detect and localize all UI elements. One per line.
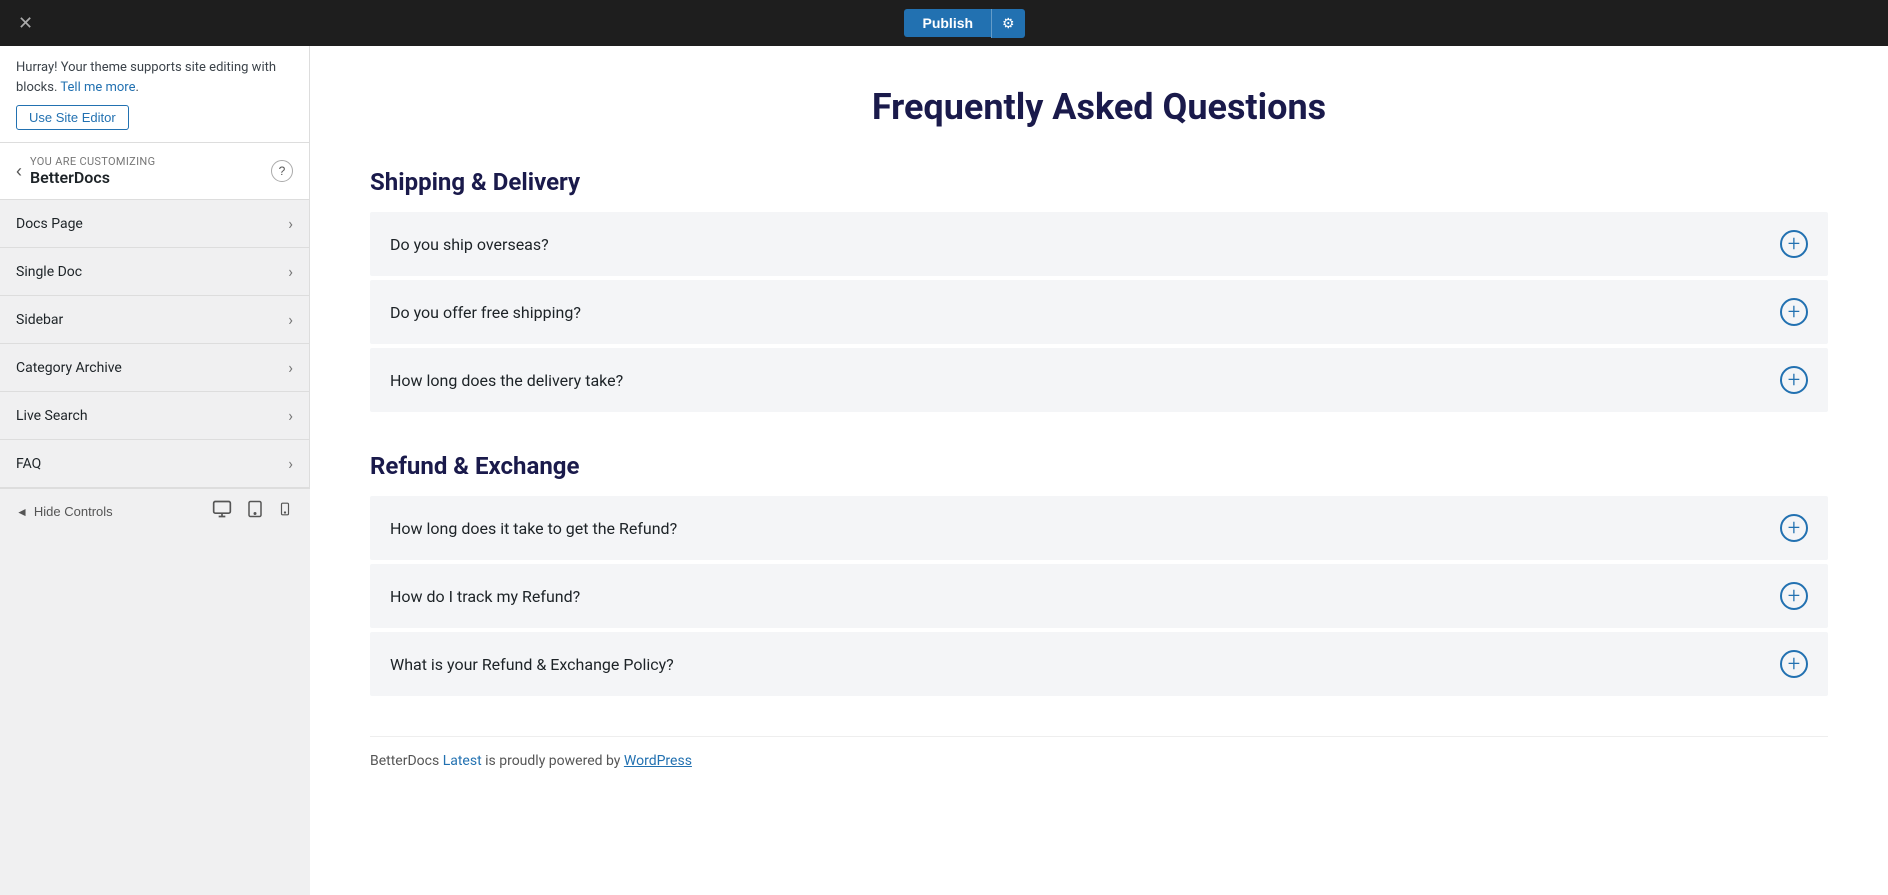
content-area: Frequently Asked Questions Shipping & De…: [310, 46, 1888, 895]
faq-item-1-1[interactable]: How do I track my Refund? +: [370, 564, 1828, 628]
notice-text: Hurray! Your theme supports site editing…: [16, 60, 276, 95]
sidebar-nav-item-live-search[interactable]: Live Search ›: [0, 392, 309, 440]
faq-question: Do you offer free shipping?: [390, 303, 581, 322]
sidebar-nav-item-sidebar[interactable]: Sidebar ›: [0, 296, 309, 344]
footer-text-before: BetterDocs: [370, 753, 443, 769]
faq-item-0-1[interactable]: Do you offer free shipping? +: [370, 280, 1828, 344]
faq-expand-icon: +: [1780, 582, 1808, 610]
notice-box: Hurray! Your theme supports site editing…: [0, 46, 309, 143]
hide-controls-button[interactable]: ◄ Hide Controls: [16, 504, 113, 519]
close-button[interactable]: ✕: [10, 9, 41, 38]
bottom-bar: ◄ Hide Controls: [0, 488, 310, 534]
faq-section-0: Shipping & Delivery Do you ship overseas?…: [370, 168, 1828, 412]
faq-item-1-2[interactable]: What is your Refund & Exchange Policy? +: [370, 632, 1828, 696]
faq-expand-icon: +: [1780, 230, 1808, 258]
faq-list-0: Do you ship overseas?+Do you offer free …: [370, 212, 1828, 412]
nav-item-label: FAQ: [16, 456, 41, 472]
desktop-view-button[interactable]: [210, 497, 234, 526]
nav-item-label: Single Doc: [16, 264, 82, 280]
hide-controls-arrow: ◄: [16, 505, 28, 519]
nav-menu: Docs Page›Single Doc›Sidebar›Category Ar…: [0, 200, 309, 488]
tablet-view-button[interactable]: [244, 497, 266, 526]
content-footer: BetterDocs Latest is proudly powered by …: [370, 736, 1828, 769]
sidebar-nav-item-faq[interactable]: FAQ ›: [0, 440, 309, 488]
customizing-title: BetterDocs: [30, 168, 271, 187]
nav-item-label: Live Search: [16, 408, 88, 424]
faq-list-1: How long does it take to get the Refund?…: [370, 496, 1828, 696]
mobile-view-button[interactable]: [276, 497, 294, 526]
publish-settings-button[interactable]: ⚙: [991, 9, 1025, 38]
nav-item-chevron: ›: [288, 406, 293, 425]
publish-button[interactable]: Publish: [904, 9, 991, 37]
faq-question: Do you ship overseas?: [390, 235, 549, 254]
customizing-header: ‹ You are customizing BetterDocs ?: [0, 143, 309, 200]
footer-text-middle: is proudly powered by: [482, 753, 624, 769]
faq-item-0-2[interactable]: How long does the delivery take? +: [370, 348, 1828, 412]
nav-item-chevron: ›: [288, 454, 293, 473]
back-button[interactable]: ‹: [16, 161, 22, 182]
publish-area: Publish ⚙: [904, 9, 1024, 38]
faq-section-title-0: Shipping & Delivery: [370, 168, 1828, 196]
faq-expand-icon: +: [1780, 650, 1808, 678]
nav-item-chevron: ›: [288, 358, 293, 377]
sidebar-nav-item-single-doc[interactable]: Single Doc ›: [0, 248, 309, 296]
hide-controls-label: Hide Controls: [34, 504, 113, 519]
faq-expand-icon: +: [1780, 298, 1808, 326]
sidebar: Hurray! Your theme supports site editing…: [0, 46, 310, 488]
faq-expand-icon: +: [1780, 514, 1808, 542]
nav-item-chevron: ›: [288, 262, 293, 281]
sidebar-wrapper: Hurray! Your theme supports site editing…: [0, 46, 310, 895]
customizing-info: You are customizing BetterDocs: [30, 155, 271, 187]
main-layout: Hurray! Your theme supports site editing…: [0, 46, 1888, 895]
use-site-editor-button[interactable]: Use Site Editor: [16, 105, 129, 130]
nav-item-label: Category Archive: [16, 360, 122, 376]
sidebar-nav-item-docs-page[interactable]: Docs Page ›: [0, 200, 309, 248]
faq-section-title-1: Refund & Exchange: [370, 452, 1828, 480]
customizing-label: You are customizing: [30, 155, 271, 168]
page-title: Frequently Asked Questions: [370, 86, 1828, 128]
faq-item-0-0[interactable]: Do you ship overseas? +: [370, 212, 1828, 276]
faq-item-1-0[interactable]: How long does it take to get the Refund?…: [370, 496, 1828, 560]
nav-item-chevron: ›: [288, 214, 293, 233]
top-bar: ✕ Publish ⚙: [0, 0, 1888, 46]
nav-item-label: Sidebar: [16, 312, 63, 328]
device-icons: [210, 497, 294, 526]
nav-item-label: Docs Page: [16, 216, 83, 232]
faq-question: How long does the delivery take?: [390, 371, 623, 390]
faq-sections: Shipping & Delivery Do you ship overseas?…: [370, 168, 1828, 696]
tell-me-more-link[interactable]: Tell me more: [60, 80, 135, 95]
wordpress-link[interactable]: WordPress: [624, 753, 692, 769]
faq-section-1: Refund & Exchange How long does it take t…: [370, 452, 1828, 696]
faq-expand-icon: +: [1780, 366, 1808, 394]
footer-brand: Latest: [443, 753, 482, 769]
faq-question: How do I track my Refund?: [390, 587, 580, 606]
faq-question: What is your Refund & Exchange Policy?: [390, 655, 674, 674]
faq-question: How long does it take to get the Refund?: [390, 519, 677, 538]
sidebar-nav-item-category-archive[interactable]: Category Archive ›: [0, 344, 309, 392]
nav-item-chevron: ›: [288, 310, 293, 329]
help-button[interactable]: ?: [271, 160, 293, 182]
